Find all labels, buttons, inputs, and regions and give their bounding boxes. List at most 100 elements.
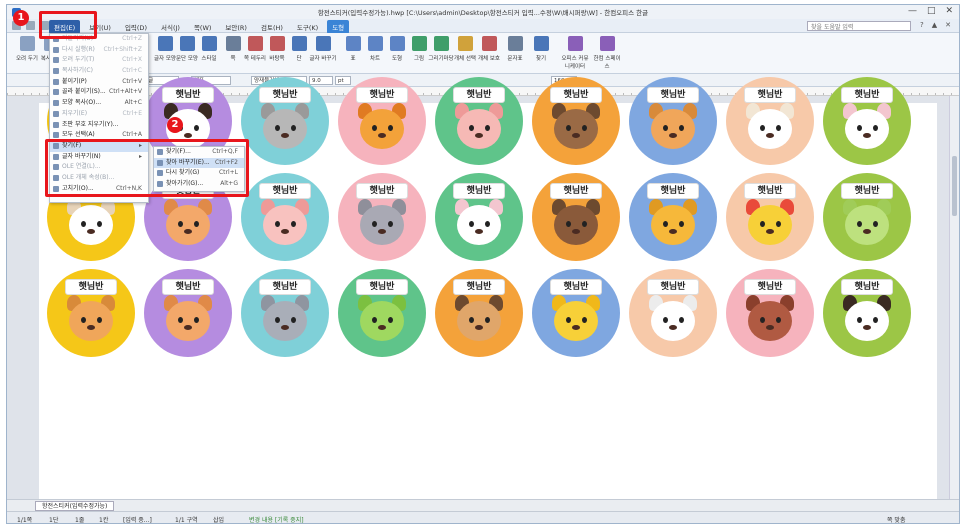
sticker[interactable]: 햇님반 <box>435 173 523 261</box>
sticker-label[interactable]: 햇님반 <box>647 183 699 199</box>
status-item[interactable]: 변경 내용 [기록 중지] <box>249 515 304 523</box>
animal-nose <box>766 325 774 330</box>
sticker[interactable]: 햇님반 <box>823 173 911 261</box>
animal-face <box>845 109 889 149</box>
sticker[interactable]: 햇님반 <box>629 269 717 357</box>
sticker-label[interactable]: 햇님반 <box>744 183 796 199</box>
edit-menu-item[interactable]: 골라 붙이기(S)... Ctrl+Alt+V <box>50 87 148 98</box>
sticker-label[interactable]: 햇님반 <box>259 279 311 295</box>
ribbon-button-label: 글자 바꾸기 <box>309 56 337 62</box>
animal-eye <box>372 221 377 227</box>
collapse-ribbon-icon[interactable]: ▲ <box>932 21 937 29</box>
sticker-label[interactable]: 햇님반 <box>550 279 602 295</box>
animal-nose <box>475 229 483 234</box>
animal-eye <box>857 125 862 131</box>
sticker-label[interactable]: 햇님반 <box>841 183 893 199</box>
help-icon[interactable]: ? <box>920 21 924 29</box>
sticker[interactable]: 햇님반 <box>47 269 135 357</box>
sticker[interactable]: 햇님반 <box>726 77 814 165</box>
ribbon-button[interactable]: 한컴 스페이스 <box>591 36 623 72</box>
menu-item[interactable]: 검토(H) <box>256 20 288 34</box>
sticker-label[interactable]: 햇님반 <box>453 279 505 295</box>
animal-eye <box>81 317 86 323</box>
animal-nose <box>669 133 677 138</box>
sticker-label[interactable]: 햇님반 <box>356 87 408 103</box>
sticker[interactable]: 햇님반 <box>241 269 329 357</box>
ribbon-button-icon <box>507 36 523 51</box>
zoom-fit-status[interactable]: 쪽 맞춤 <box>887 515 905 523</box>
sticker-label[interactable]: 햇님반 <box>162 279 214 295</box>
ribbon-button-label: 오피스 커뮤니케이터 <box>561 56 589 70</box>
sticker[interactable]: 햇님반 <box>338 77 426 165</box>
sticker-label[interactable]: 햇님반 <box>550 183 602 199</box>
close-document-icon[interactable]: ✕ <box>945 21 951 29</box>
menu-item[interactable]: 도구(K) <box>292 20 323 34</box>
animal-eye <box>469 125 474 131</box>
sticker-label[interactable]: 햇님반 <box>841 87 893 103</box>
sticker[interactable]: 햇님반 <box>726 269 814 357</box>
menu-item-shortcut: Ctrl+X <box>122 56 142 64</box>
sticker-label[interactable]: 햇님반 <box>356 279 408 295</box>
animal-eye <box>485 317 490 323</box>
menu-item[interactable]: 도형 <box>327 20 350 34</box>
sticker[interactable]: 햇님반 <box>823 77 911 165</box>
sticker-label[interactable]: 햇님반 <box>647 279 699 295</box>
sticker[interactable]: 햇님반 <box>532 173 620 261</box>
menu-item-icon <box>53 110 59 117</box>
animal-face <box>360 205 404 245</box>
animal-eye <box>663 317 668 323</box>
sticker[interactable]: 햇님반 <box>629 173 717 261</box>
animal-eye <box>776 125 781 131</box>
menu-item[interactable]: 서식(J) <box>156 20 185 34</box>
sticker[interactable]: 햇님반 <box>629 77 717 165</box>
ribbon-button[interactable]: 글자 바꾸기 <box>307 36 339 72</box>
vertical-scrollbar[interactable] <box>949 96 959 499</box>
ribbon-button[interactable]: 오피스 커뮤니케이터 <box>559 36 591 72</box>
sticker-label[interactable]: 햇님반 <box>841 279 893 295</box>
sticker-label[interactable]: 햇님반 <box>647 87 699 103</box>
ribbon-button-label: 찾기 <box>535 56 547 62</box>
animal-nose <box>475 133 483 138</box>
sticker-label[interactable]: 햇님반 <box>744 279 796 295</box>
document-tab[interactable]: 항전스티커(입력수정가능) <box>35 501 115 511</box>
sticker[interactable]: 햇님반 <box>338 269 426 357</box>
sticker[interactable]: 햇님반 <box>144 269 232 357</box>
sticker-label[interactable]: 햇님반 <box>356 183 408 199</box>
sticker[interactable]: 햇님반 <box>435 269 523 357</box>
animal-eye <box>873 221 878 227</box>
animal-eye <box>388 221 393 227</box>
maximize-button[interactable]: □ <box>927 6 936 16</box>
sticker[interactable]: 햇님반 <box>532 77 620 165</box>
edit-menu-item[interactable]: 모양 복사(O)... Alt+C <box>50 98 148 109</box>
sticker[interactable]: 햇님반 <box>823 269 911 357</box>
animal-nose <box>572 325 580 330</box>
sticker[interactable]: 햇님반 <box>726 173 814 261</box>
animal-face <box>263 205 307 245</box>
animal-eye <box>873 317 878 323</box>
sticker[interactable]: 햇님반 <box>532 269 620 357</box>
ribbon-button[interactable]: 찾기 <box>525 36 557 72</box>
sticker[interactable]: 햇님반 <box>241 173 329 261</box>
sticker-label[interactable]: 햇님반 <box>550 87 602 103</box>
sticker-label[interactable]: 햇님반 <box>259 183 311 199</box>
sticker[interactable]: 햇님반 <box>435 77 523 165</box>
help-search-input[interactable]: 찾을 도움말 입력 <box>807 21 911 31</box>
menu-item[interactable]: 쪽(W) <box>189 20 216 34</box>
sticker-label[interactable]: 햇님반 <box>259 87 311 103</box>
window-controls: — □ ✕ <box>908 6 953 16</box>
sticker[interactable]: 햇님반 <box>241 77 329 165</box>
minimize-button[interactable]: — <box>908 6 917 16</box>
sticker-label[interactable]: 햇님반 <box>162 87 214 103</box>
close-button[interactable]: ✕ <box>945 6 953 16</box>
edit-menu-item[interactable]: 붙이기(P) Ctrl+V <box>50 77 148 88</box>
menu-item[interactable]: 보안(R) <box>220 20 252 34</box>
scrollbar-thumb[interactable] <box>952 156 957 216</box>
sticker-label[interactable]: 햇님반 <box>744 87 796 103</box>
menu-item[interactable]: 입력(D) <box>120 20 152 34</box>
sticker-label[interactable]: 햇님반 <box>453 183 505 199</box>
sticker-label[interactable]: 햇님반 <box>453 87 505 103</box>
sticker[interactable]: 햇님반 <box>338 173 426 261</box>
edit-menu-item[interactable]: 조판 부호 지우기(Y)... <box>50 120 148 131</box>
sticker-label[interactable]: 햇님반 <box>65 279 117 295</box>
menu-item-shortcut: Alt+C <box>124 99 142 107</box>
